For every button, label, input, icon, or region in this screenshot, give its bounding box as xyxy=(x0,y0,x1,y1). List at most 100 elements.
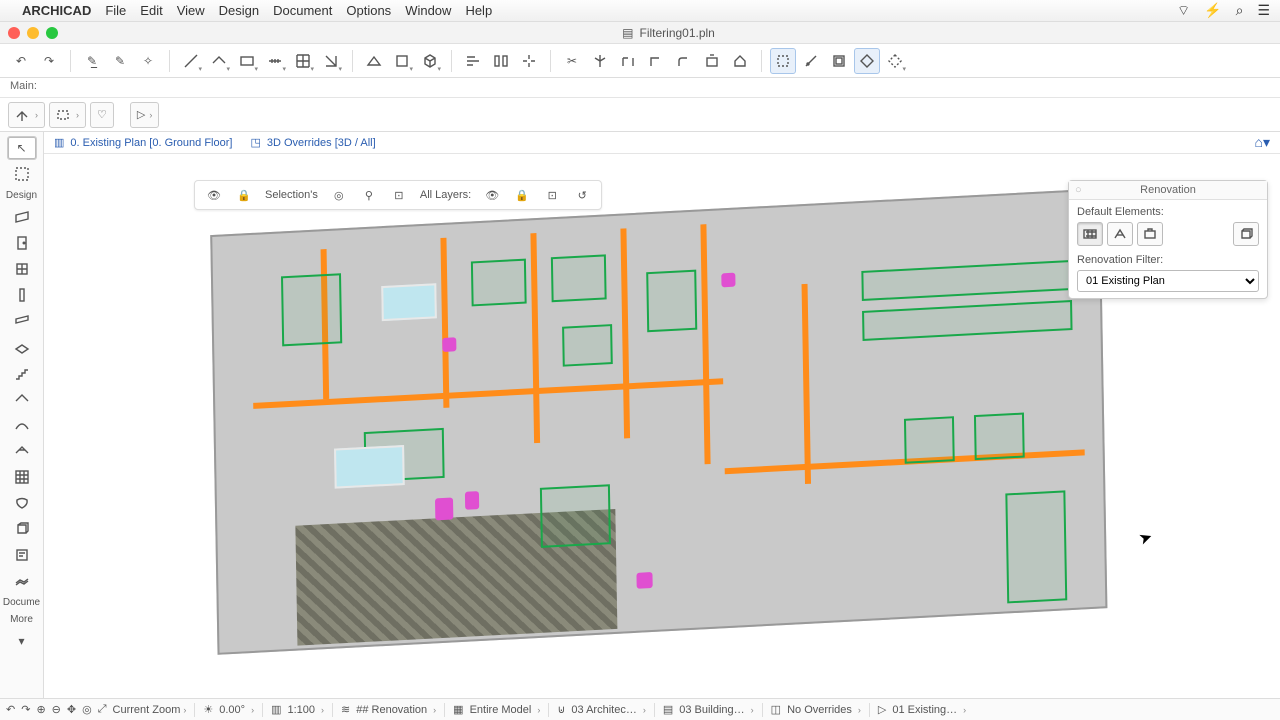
wall-tool[interactable] xyxy=(7,205,37,229)
wifi-icon[interactable]: ⌔ xyxy=(1177,2,1190,20)
minimize-window-button[interactable] xyxy=(27,27,39,39)
crumb-architec[interactable]: 03 Architec… xyxy=(571,704,636,716)
building-icon[interactable]: ▤ xyxy=(663,703,673,716)
status-existing-button[interactable] xyxy=(1077,222,1103,246)
pan-button[interactable]: ✥ xyxy=(67,703,76,716)
align-button[interactable] xyxy=(460,48,486,74)
shade-button[interactable] xyxy=(318,48,344,74)
layer-button[interactable] xyxy=(234,48,260,74)
beam-tool[interactable] xyxy=(7,309,37,333)
pen-icon[interactable]: ⊍ xyxy=(557,703,565,716)
menu-design[interactable]: Design xyxy=(219,3,259,18)
renovation-settings-button[interactable] xyxy=(1233,222,1259,246)
control-center-icon[interactable]: ☰ xyxy=(1257,2,1270,20)
door-tool[interactable] xyxy=(7,231,37,255)
crumb-building[interactable]: 03 Building… xyxy=(679,704,744,716)
shell-tool[interactable] xyxy=(7,413,37,437)
zoom-label[interactable]: Current Zoom › xyxy=(113,704,187,716)
crumb-model[interactable]: Entire Model xyxy=(470,704,532,716)
trace-ref-button[interactable] xyxy=(882,48,908,74)
override-icon[interactable]: ◫ xyxy=(771,703,781,716)
redo-button[interactable]: ↷ xyxy=(36,48,62,74)
spotlight-icon[interactable]: ⌕ xyxy=(1236,2,1244,20)
nav-back-button[interactable]: ↶ xyxy=(6,703,15,716)
pick-button[interactable]: ✎̲ xyxy=(79,48,105,74)
magic-wand-button[interactable]: ✧ xyxy=(135,48,161,74)
window-tool[interactable] xyxy=(7,257,37,281)
trace-button[interactable] xyxy=(854,48,880,74)
slab-tool[interactable] xyxy=(7,335,37,359)
arrow-tool[interactable]: ↖ xyxy=(7,136,37,160)
box-button[interactable] xyxy=(389,48,415,74)
menu-edit[interactable]: Edit xyxy=(140,3,162,18)
crumb-existing[interactable]: 01 Existing… xyxy=(892,704,957,716)
fillet-button[interactable] xyxy=(671,48,697,74)
grid-button[interactable] xyxy=(290,48,316,74)
angle-value[interactable]: 0.00° xyxy=(219,704,245,716)
menu-view[interactable]: View xyxy=(177,3,205,18)
renovation-filter-select[interactable]: 01 Existing Plan xyxy=(1077,270,1259,292)
split-button[interactable] xyxy=(587,48,613,74)
guideline-button[interactable] xyxy=(178,48,204,74)
resize-button[interactable] xyxy=(699,48,725,74)
menu-file[interactable]: File xyxy=(105,3,126,18)
menu-window[interactable]: Window xyxy=(405,3,451,18)
orbit-button[interactable]: ◎ xyxy=(82,703,92,716)
status-new-button[interactable] xyxy=(1137,222,1163,246)
plane-button[interactable] xyxy=(361,48,387,74)
zone-tool[interactable] xyxy=(7,543,37,567)
tab-existing-plan[interactable]: ▥ 0. Existing Plan [0. Ground Floor] xyxy=(54,136,232,149)
adjust-button[interactable] xyxy=(615,48,641,74)
mode-arrow[interactable]: ▷ › xyxy=(130,102,159,128)
model-icon[interactable]: ▦ xyxy=(453,703,463,716)
scale-value[interactable]: 1:100 xyxy=(287,704,315,716)
battery-icon[interactable]: ⚡ xyxy=(1204,2,1221,20)
crumb-overrides[interactable]: No Overrides xyxy=(787,704,852,716)
tab-3d-overrides[interactable]: ◳ 3D Overrides [3D / All] xyxy=(250,136,375,149)
menu-document[interactable]: Document xyxy=(273,3,332,18)
mode-selection[interactable]: › xyxy=(49,102,86,128)
snap-button[interactable] xyxy=(206,48,232,74)
skylight-tool[interactable] xyxy=(7,439,37,463)
ruler-button[interactable] xyxy=(262,48,288,74)
3d-viewport[interactable]: 👁 🔒 Selection's ◎ ⚲ ⊡ All Layers: 👁 🔒 ⊡ … xyxy=(44,154,1280,698)
trim-button[interactable]: ✂ xyxy=(559,48,585,74)
marquee-button[interactable] xyxy=(770,48,796,74)
more-chevron[interactable]: ▾ xyxy=(7,629,37,653)
renovation-panel-title[interactable]: Renovation xyxy=(1069,181,1267,200)
renovation-panel[interactable]: Renovation Default Elements: Renovation … xyxy=(1068,180,1268,299)
mode-geometry[interactable]: › xyxy=(8,102,45,128)
cube-button[interactable] xyxy=(417,48,443,74)
zoom-window-button[interactable] xyxy=(46,27,58,39)
zoom-out-button[interactable]: ⊖ xyxy=(52,703,61,716)
home-view-button[interactable]: ⌂▾ xyxy=(1255,134,1270,151)
explode-button[interactable] xyxy=(516,48,542,74)
object-tool[interactable] xyxy=(7,517,37,541)
fit-button[interactable]: ⤢ xyxy=(98,703,107,716)
home-3d-button[interactable] xyxy=(727,48,753,74)
pen-button[interactable]: ✎ xyxy=(107,48,133,74)
scale-icon[interactable]: ▥ xyxy=(271,703,281,716)
measure-button[interactable] xyxy=(798,48,824,74)
roof-tool[interactable] xyxy=(7,387,37,411)
status-demolished-button[interactable] xyxy=(1107,222,1133,246)
stair-tool[interactable] xyxy=(7,361,37,385)
mode-favorite[interactable]: ♡ xyxy=(90,102,114,128)
filter-icon[interactable]: ▷ xyxy=(878,703,886,716)
app-name[interactable]: ARCHICAD xyxy=(22,3,91,18)
undo-button[interactable]: ↶ xyxy=(8,48,34,74)
menu-options[interactable]: Options xyxy=(346,3,391,18)
marquee-tool[interactable] xyxy=(7,162,37,186)
corner-button[interactable] xyxy=(643,48,669,74)
morph-tool[interactable] xyxy=(7,491,37,515)
close-window-button[interactable] xyxy=(8,27,20,39)
distribute-button[interactable] xyxy=(488,48,514,74)
zoom-in-button[interactable]: ⊕ xyxy=(36,703,45,716)
crumb-renovation[interactable]: ## Renovation xyxy=(356,704,427,716)
sun-button[interactable]: ☀ xyxy=(203,703,213,716)
mesh-tool[interactable] xyxy=(7,569,37,593)
curtainwall-tool[interactable] xyxy=(7,465,37,489)
menu-help[interactable]: Help xyxy=(465,3,492,18)
attributes-button[interactable] xyxy=(826,48,852,74)
nav-fwd-button[interactable]: ↷ xyxy=(21,703,30,716)
